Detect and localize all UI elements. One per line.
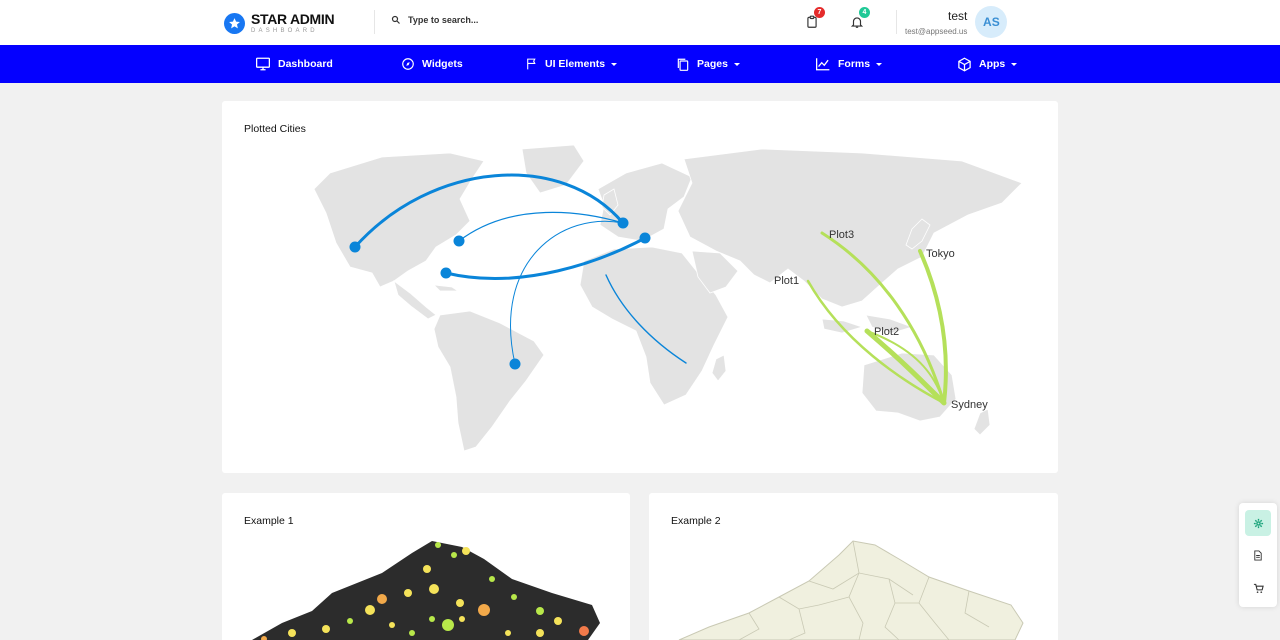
nav-pages[interactable]: Pages (676, 45, 740, 83)
search-icon[interactable] (390, 14, 402, 26)
brand-subtitle: DASHBOARD (251, 28, 318, 34)
cart-icon (1253, 583, 1264, 593)
map-label-tokyo: Tokyo (926, 248, 955, 260)
cart-button[interactable] (1245, 575, 1271, 601)
nav-dashboard[interactable]: Dashboard (255, 45, 333, 83)
city-marker[interactable] (453, 235, 465, 247)
notification-count-badge: 4 (859, 7, 870, 18)
map-label-plot3: Plot3 (829, 229, 854, 241)
chevron-down-icon (1011, 62, 1018, 66)
nav-apps[interactable]: Apps (957, 45, 1018, 83)
map-label-sydney: Sydney (951, 399, 988, 411)
regions-map[interactable] (649, 493, 1058, 640)
top-header: STAR ADMIN DASHBOARD 7 4 test test@appse… (0, 0, 1280, 45)
floating-tools-panel (1239, 503, 1277, 607)
chevron-down-icon (733, 62, 740, 66)
france-density-map[interactable] (222, 493, 630, 640)
gear-icon (1253, 518, 1263, 528)
main-nav: Dashboard Widgets UI Elements Pages Form… (0, 45, 1280, 83)
header-divider (896, 10, 897, 34)
chevron-down-icon (876, 62, 883, 66)
box-icon (958, 57, 971, 71)
chart-line-icon (816, 58, 830, 71)
nav-label: UI Elements (545, 58, 606, 70)
nav-widgets[interactable]: Widgets (401, 45, 463, 83)
region-shape (678, 540, 1024, 640)
map-label-plot2: Plot2 (874, 326, 899, 338)
city-marker[interactable] (349, 241, 361, 253)
user-email: test@appseed.us (905, 26, 968, 36)
user-name: test (948, 8, 968, 23)
nav-label: Forms (838, 58, 871, 70)
city-marker[interactable] (617, 217, 629, 229)
world-map[interactable]: Plot3 Tokyo Plot1 Plot2 Sydney (222, 101, 1058, 473)
settings-button[interactable] (1245, 510, 1271, 536)
city-marker[interactable] (509, 358, 521, 370)
brand-title: STAR ADMIN (251, 11, 335, 27)
city-marker[interactable] (639, 232, 651, 244)
documentation-button[interactable] (1245, 542, 1271, 568)
world-land (313, 144, 1023, 452)
notification-count-badge: 7 (814, 7, 825, 18)
chevron-down-icon (611, 62, 618, 66)
city-marker[interactable] (440, 267, 452, 279)
star-icon (224, 12, 245, 34)
nav-forms[interactable]: Forms (815, 45, 883, 83)
tasks-notification-button[interactable]: 7 (802, 7, 825, 32)
document-icon (1254, 549, 1262, 561)
flag-icon (527, 58, 536, 70)
header-divider (374, 10, 375, 34)
search-input[interactable] (408, 15, 568, 25)
nav-label: Apps (979, 58, 1006, 70)
nav-ui-elements[interactable]: UI Elements (525, 45, 618, 83)
map-label-plot1: Plot1 (774, 275, 799, 287)
user-menu[interactable]: test test@appseed.us AS (905, 6, 1008, 38)
nav-label: Widgets (422, 58, 463, 70)
compass-icon (402, 58, 414, 70)
monitor-icon (256, 57, 270, 71)
alerts-notification-button[interactable]: 4 (847, 7, 870, 32)
plotted-cities-card: Plotted Cities Plot3 Tokyo Plot1 Plot2 S… (222, 101, 1058, 473)
region-shape (252, 541, 600, 640)
avatar[interactable]: AS (975, 6, 1008, 38)
nav-label: Pages (697, 58, 728, 70)
example2-card: Example 2 (649, 493, 1058, 640)
search-bar (390, 14, 568, 26)
nav-label: Dashboard (278, 58, 333, 70)
example1-card: Example 1 (222, 493, 630, 640)
copy-icon (677, 58, 689, 71)
brand[interactable]: STAR ADMIN DASHBOARD (224, 10, 335, 36)
